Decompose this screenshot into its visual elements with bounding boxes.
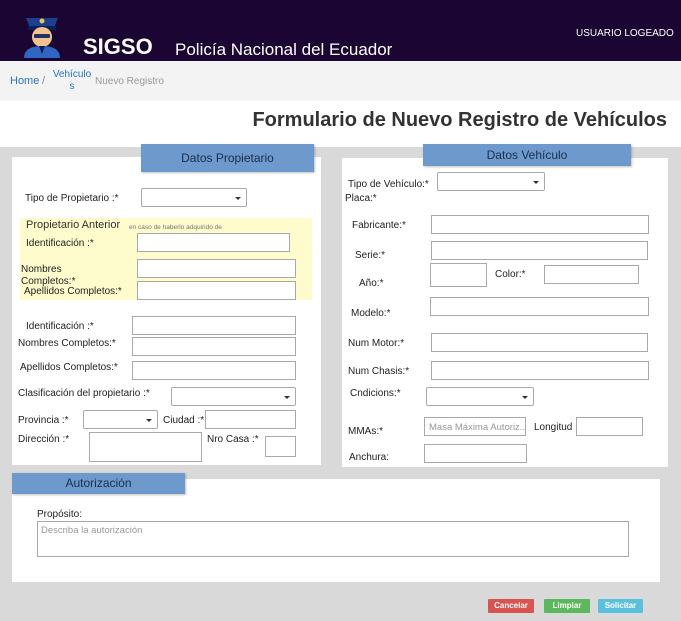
breadcrumb-home-link[interactable]: Home [10,75,39,87]
purpose-textarea[interactable]: Describa la autorización [37,521,629,557]
owner-id-label: Identificación :* [26,321,94,332]
mmas-placeholder: Masa Máxima Autoriz... [429,422,525,433]
owner-lastnames-label: Apellidos Completos:* [20,362,118,373]
app-subtitle: Policía Nacional del Ecuador [175,40,393,59]
length-input[interactable] [576,417,643,436]
chassis-number-label: Num Chasis:* [348,366,410,377]
police-officer-icon [20,10,64,58]
previous-owner-names-input[interactable] [137,259,296,278]
manufacturer-label: Fabricante:* [352,220,406,231]
previous-owner-title: Propietario Anterior [26,219,121,231]
tab-autorizacion: Autorización [12,473,185,494]
color-label: Color:* [495,269,526,280]
logged-user-label[interactable]: USUARIO LOGEADO [576,28,674,39]
breadcrumb: Home / Vehículo s Nuevo Registro [0,61,681,101]
chevron-down-icon [522,396,528,399]
city-label: Ciudad :* [163,415,205,426]
year-input[interactable] [430,263,487,287]
address-input[interactable] [89,432,202,462]
plate-label: Placa:* [345,193,377,204]
purpose-placeholder: Describa la autorización [41,525,143,536]
app-title: SIGSO [83,34,153,59]
previous-owner-lastnames-label: Apellidos Completos:* [24,286,122,297]
chevron-down-icon [533,181,539,184]
vehicle-type-label: Tipo de Vehículo:* [348,179,429,190]
serial-input[interactable] [431,241,648,260]
tab-datos-vehiculo: Datos Vehículo [423,144,631,166]
clear-button[interactable]: Limpiar [544,599,590,613]
previous-owner-id-input[interactable] [137,233,290,252]
house-number-input[interactable] [265,436,296,457]
house-number-label: Nro Casa :* [207,434,259,445]
width-label: Anchura: [349,452,390,463]
model-input[interactable] [430,297,649,316]
cancel-button[interactable]: Cancelar [488,599,534,613]
width-input[interactable] [424,444,527,463]
owner-type-select[interactable] [141,188,247,207]
serial-label: Serie:* [355,250,386,261]
address-label: Dirección :* [18,434,70,445]
mmas-label: MMAs:* [348,426,383,437]
owner-names-label: Nombres Completos:* [18,338,116,349]
engine-number-input[interactable] [431,333,648,352]
owner-classification-select[interactable] [171,387,296,406]
breadcrumb-separator: / [42,75,46,87]
city-input[interactable] [205,410,296,429]
title-bar: Formulario de Nuevo Registro de Vehículo… [0,101,681,147]
previous-owner-lastnames-input[interactable] [137,281,296,300]
province-select[interactable] [83,410,158,429]
owner-classification-label: Clasificación del propietario :* [18,388,150,399]
conditions-label: Cndicions:* [350,388,401,399]
chevron-down-icon [235,197,241,200]
owner-id-input[interactable] [132,316,296,335]
page-title: Formulario de Nuevo Registro de Vehículo… [252,109,667,131]
chassis-number-input[interactable] [431,361,649,380]
previous-owner-id-label: Identificación :* [26,238,94,249]
breadcrumb-vehiculos-link[interactable]: Vehículo s [52,69,92,93]
conditions-select[interactable] [426,387,534,406]
breadcrumb-current: Nuevo Registro [95,76,164,87]
owner-type-label: Tipo de Propietario :* [25,193,119,204]
owner-lastnames-input[interactable] [132,361,296,380]
color-input[interactable] [544,265,639,284]
chevron-down-icon [284,396,290,399]
model-label: Modelo:* [351,308,391,319]
tab-datos-propietario: Datos Propietario [141,144,314,172]
chevron-down-icon [146,419,152,422]
owner-names-input[interactable] [132,337,296,356]
length-label: Longitud [534,422,573,433]
year-label: Año:* [359,278,384,289]
previous-owner-names-label: Nombres Completos:* [21,264,76,287]
province-label: Provincia :* [18,415,69,426]
engine-number-label: Num Motor:* [348,338,405,349]
vehicle-type-select[interactable] [437,172,545,191]
purpose-label: Propósito: [37,509,83,520]
submit-button[interactable]: Solicitar [598,599,643,613]
mmas-input[interactable]: Masa Máxima Autoriz... [424,417,526,436]
manufacturer-input[interactable] [431,215,649,234]
top-header: SIGSO Policía Nacional del Ecuador USUAR… [0,0,681,61]
